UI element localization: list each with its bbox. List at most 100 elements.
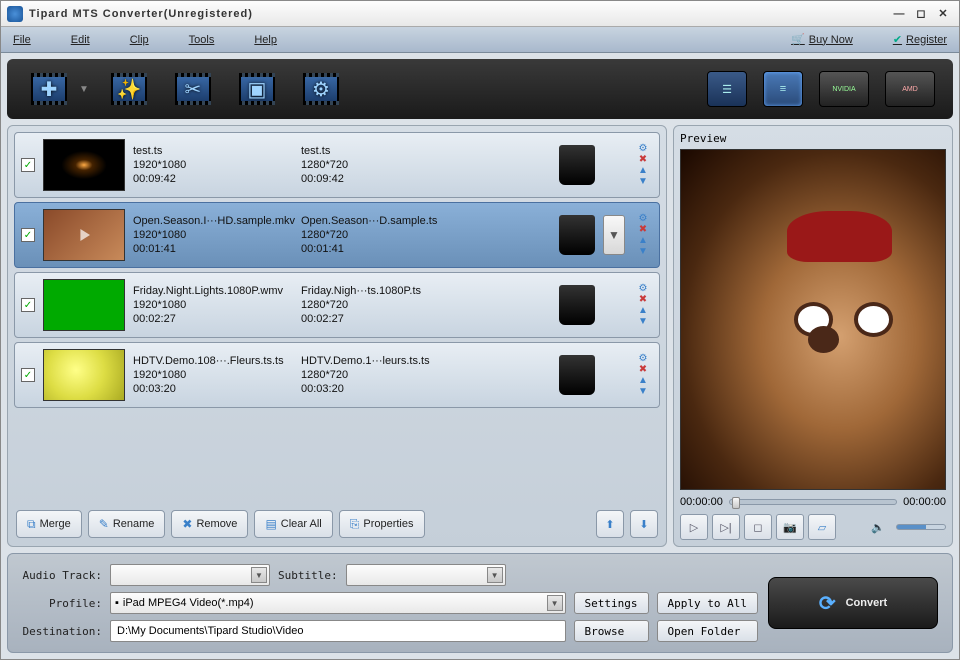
rename-label: Rename — [113, 518, 155, 530]
thumbnail — [43, 349, 125, 401]
detail-view-button[interactable]: ≡ — [763, 71, 803, 107]
settings-button[interactable]: ⚙ — [297, 68, 345, 110]
item-delete-icon[interactable]: ✖ — [639, 225, 647, 235]
gear-icon: ⚙ — [312, 77, 330, 102]
maximize-button[interactable]: ◻ — [911, 6, 931, 22]
destination-field[interactable]: D:\My Documents\Tipard Studio\Video — [110, 620, 566, 642]
item-controls: ⚙ ✖ ▲ ▼ — [633, 144, 653, 187]
play-button[interactable]: ▷ — [680, 514, 708, 540]
dest-resolution: 1280*720 — [301, 299, 451, 311]
dest-info: Open.Season···D.sample.ts 1280*720 00:01… — [301, 215, 451, 255]
item-settings-icon[interactable]: ⚙ — [639, 144, 648, 154]
menu-clip[interactable]: Clip — [130, 34, 149, 46]
item-up-icon[interactable]: ▲ — [638, 166, 648, 176]
checkbox[interactable]: ✓ — [21, 368, 35, 382]
menu-tools[interactable]: Tools — [189, 34, 215, 46]
fullscreen-button[interactable]: ▱ — [808, 514, 836, 540]
item-down-icon[interactable]: ▼ — [638, 177, 648, 187]
item-up-icon[interactable]: ▲ — [638, 376, 648, 386]
menu-edit[interactable]: Edit — [71, 34, 90, 46]
item-down-icon[interactable]: ▼ — [638, 247, 648, 257]
item-up-icon[interactable]: ▲ — [638, 306, 648, 316]
volume-slider[interactable] — [896, 524, 946, 530]
step-button[interactable]: ▷| — [712, 514, 740, 540]
item-settings-icon[interactable]: ⚙ — [639, 284, 648, 294]
window-controls: — ◻ ✕ — [889, 6, 953, 22]
source-name: Open.Season.I···HD.sample.mkv — [133, 215, 293, 227]
preview-screen — [680, 149, 946, 490]
item-controls: ⚙ ✖ ▲ ▼ — [633, 284, 653, 327]
amd-badge[interactable]: AMD — [885, 71, 935, 107]
remove-icon: ✖ — [182, 517, 192, 531]
item-delete-icon[interactable]: ✖ — [639, 365, 647, 375]
seek-handle[interactable] — [732, 497, 740, 509]
nvidia-badge[interactable]: NVIDIA — [819, 71, 869, 107]
buy-label: Buy Now — [809, 34, 853, 46]
checkbox[interactable]: ✓ — [21, 298, 35, 312]
clear-label: Clear All — [281, 518, 322, 530]
crop-button[interactable]: ▣ — [233, 68, 281, 110]
snapshot-button[interactable]: 📷 — [776, 514, 804, 540]
item-settings-icon[interactable]: ⚙ — [639, 214, 648, 224]
seek-slider[interactable] — [729, 499, 897, 505]
rename-button[interactable]: ✎ Rename — [88, 510, 166, 538]
subtitle-combo[interactable]: ▼ — [346, 564, 506, 586]
file-item[interactable]: ✓ Open.Season.I···HD.sample.mkv 1920*108… — [14, 202, 660, 268]
menu-file[interactable]: File — [13, 34, 31, 46]
dest-resolution: 1280*720 — [301, 369, 451, 381]
stop-button[interactable]: ◻ — [744, 514, 772, 540]
list-view-button[interactable]: ☰ — [707, 71, 747, 107]
checkbox[interactable]: ✓ — [21, 158, 35, 172]
add-dropdown-icon[interactable]: ▼ — [79, 84, 89, 95]
pencil-icon: ✎ — [99, 517, 109, 531]
properties-button[interactable]: ⎘Properties — [339, 510, 425, 538]
remove-button[interactable]: ✖Remove — [171, 510, 248, 538]
file-item[interactable]: ✓ HDTV.Demo.108···.Fleurs.ts.ts 1920*108… — [14, 342, 660, 408]
bars-icon: ≡ — [780, 83, 786, 95]
device-dropdown[interactable]: ▼ — [603, 215, 625, 255]
menu-help[interactable]: Help — [254, 34, 277, 46]
audio-track-combo[interactable]: ▼ — [110, 564, 270, 586]
register-link[interactable]: ✔Register — [893, 33, 947, 46]
move-down-button[interactable]: ⬇ — [630, 510, 658, 538]
buy-now-link[interactable]: 🛒Buy Now — [791, 33, 853, 46]
settings-button[interactable]: Settings — [574, 592, 649, 614]
time-total: 00:00:00 — [903, 496, 946, 508]
add-file-button[interactable]: ✚ — [25, 68, 73, 110]
item-settings-icon[interactable]: ⚙ — [639, 354, 648, 364]
merge-button[interactable]: ⧉Merge — [16, 510, 82, 538]
merge-label: Merge — [40, 518, 71, 530]
profile-value: iPad MPEG4 Video(*.mp4) — [123, 597, 254, 609]
profile-combo[interactable]: ▪iPad MPEG4 Video(*.mp4)▼ — [110, 592, 566, 614]
trim-button[interactable]: ✂ — [169, 68, 217, 110]
clear-all-button[interactable]: ▤Clear All — [254, 510, 332, 538]
close-button[interactable]: ✕ — [933, 6, 953, 22]
move-up-button[interactable]: ⬆ — [596, 510, 624, 538]
item-down-icon[interactable]: ▼ — [638, 387, 648, 397]
props-label: Properties — [363, 518, 413, 530]
item-controls: ⚙ ✖ ▲ ▼ — [633, 214, 653, 257]
item-delete-icon[interactable]: ✖ — [639, 295, 647, 305]
dest-info: HDTV.Demo.1···leurs.ts.ts 1280*720 00:03… — [301, 355, 451, 395]
browse-button[interactable]: Browse — [574, 620, 649, 642]
file-item[interactable]: ✓ test.ts 1920*1080 00:09:42 test.ts 128… — [14, 132, 660, 198]
file-item[interactable]: ✓ Friday.Night.Lights.1080P.wmv 1920*108… — [14, 272, 660, 338]
subtitle-label: Subtitle: — [278, 569, 338, 582]
checkbox[interactable]: ✓ — [21, 228, 35, 242]
item-down-icon[interactable]: ▼ — [638, 317, 648, 327]
item-delete-icon[interactable]: ✖ — [639, 155, 647, 165]
register-label: Register — [906, 34, 947, 46]
item-up-icon[interactable]: ▲ — [638, 236, 648, 246]
file-list: ✓ test.ts 1920*1080 00:09:42 test.ts 128… — [7, 125, 667, 547]
apply-all-button[interactable]: Apply to All — [657, 592, 758, 614]
window-title: Tipard MTS Converter(Unregistered) — [29, 8, 889, 20]
minimize-button[interactable]: — — [889, 6, 909, 22]
open-folder-button[interactable]: Open Folder — [657, 620, 758, 642]
source-info: HDTV.Demo.108···.Fleurs.ts.ts 1920*1080 … — [133, 355, 293, 395]
volume-icon[interactable]: 🔈 — [864, 514, 892, 540]
effect-button[interactable]: ✨ — [105, 68, 153, 110]
thumbnail — [43, 139, 125, 191]
source-name: Friday.Night.Lights.1080P.wmv — [133, 285, 293, 297]
chevron-down-icon: ▼ — [487, 567, 503, 583]
convert-button[interactable]: ⟳ Convert — [768, 577, 938, 629]
